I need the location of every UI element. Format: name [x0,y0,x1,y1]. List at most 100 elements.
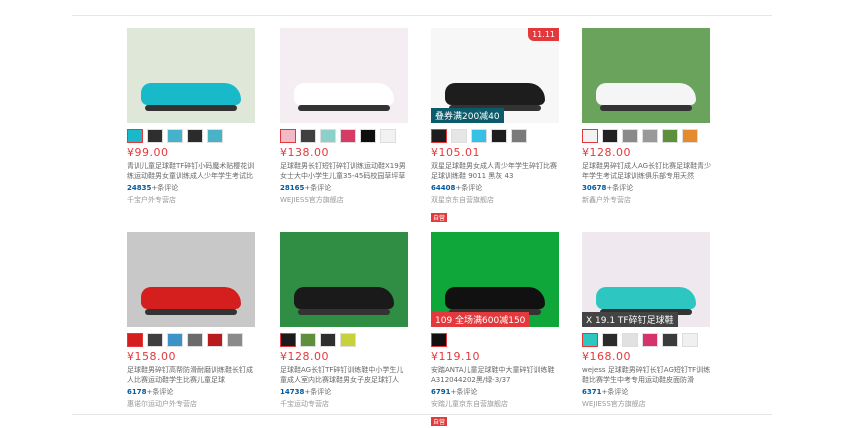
color-thumbnail[interactable] [511,129,527,143]
color-thumbnail[interactable] [280,129,296,143]
product-title[interactable]: 足球鞋男长钉短钉碎钉训练运动鞋X19男女士大中小学生儿童35-45码校园草坪草 [280,161,410,181]
product-card[interactable]: ¥158.00 足球鞋男碎钉高帮防滑耐磨训练鞋长钉成人比赛运动鞋学生比赛儿童足球… [127,232,257,409]
product-card[interactable]: ¥99.00 青训儿童足球鞋TF碎钉小码魔术贴樱花训练运动鞋男女童训练成人少年学… [127,28,257,205]
color-thumbnail[interactable] [300,333,316,347]
price: ¥99.00 [127,146,169,159]
product-title[interactable]: 足球鞋男碎钉高帮防滑耐磨训练鞋长钉成人比赛运动鞋学生比赛儿童足球 [127,365,257,385]
color-thumbnail[interactable] [622,129,638,143]
thumbnail-strip [431,333,561,347]
shop-name[interactable]: 惠诺尔运动户外专营店 [127,399,257,409]
review-count[interactable]: 6178+条评论 [127,387,257,397]
thumbnail-strip [431,129,561,143]
review-count[interactable]: 14738+条评论 [280,387,410,397]
color-thumbnail[interactable] [127,129,143,143]
color-thumbnail[interactable] [340,129,356,143]
color-thumbnail[interactable] [451,129,467,143]
color-thumbnail[interactable] [682,129,698,143]
product-image[interactable] [280,232,408,327]
color-thumbnail[interactable] [582,333,598,347]
review-count[interactable]: 24835+条评论 [127,183,257,193]
color-thumbnail[interactable] [147,129,163,143]
color-thumbnail[interactable] [360,129,376,143]
price: ¥128.00 [582,146,631,159]
price: ¥158.00 [127,350,176,363]
shop-name[interactable]: 双星京东自营旗舰店 [431,195,561,205]
color-thumbnail[interactable] [340,333,356,347]
product-card[interactable]: 109 全场满600减150 ¥119.10 安踏ANTA儿童足球鞋中大童碎钉训… [431,232,561,428]
review-count[interactable]: 30678+条评论 [582,183,712,193]
color-thumbnail[interactable] [582,129,598,143]
product-card[interactable]: ¥138.00 足球鞋男长钉短钉碎钉训练运动鞋X19男女士大中小学生儿童35-4… [280,28,410,205]
shop-name[interactable]: WEJIESS官方旗舰店 [280,195,410,205]
color-thumbnail[interactable] [431,129,447,143]
review-count[interactable]: 64408+条评论 [431,183,561,193]
color-thumbnail[interactable] [207,333,223,347]
product-image[interactable]: 109 全场满600减150 [431,232,559,327]
color-thumbnail[interactable] [167,333,183,347]
shop-name[interactable]: 新鑫户外专营店 [582,195,712,205]
thumbnail-strip [280,129,410,143]
shoe-sole [600,105,692,111]
color-thumbnail[interactable] [662,129,678,143]
shop-name[interactable]: WEJIESS官方旗舰店 [582,399,712,409]
color-thumbnail[interactable] [471,129,487,143]
review-count[interactable]: 28165+条评论 [280,183,410,193]
color-thumbnail[interactable] [380,129,396,143]
product-image[interactable]: 11.11 叠券满200减40 [431,28,559,123]
color-thumbnail[interactable] [227,333,243,347]
color-thumbnail[interactable] [280,333,296,347]
color-thumbnail[interactable] [300,129,316,143]
shoe-shape [141,287,241,309]
product-image[interactable] [127,28,255,123]
product-card[interactable]: ¥128.00 足球鞋男碎钉成人AG长钉比赛足球鞋青少年学生考试足球训练俱乐部专… [582,28,712,205]
product-image[interactable] [280,28,408,123]
shop-name[interactable]: 安踏儿童京东自营旗舰店 [431,399,561,409]
shoe-shape [141,83,241,105]
color-thumbnail[interactable] [431,333,447,347]
color-thumbnail[interactable] [642,333,658,347]
product-image[interactable] [127,232,255,327]
promo-tag: 109 全场满600减150 [431,312,530,327]
price: ¥128.00 [280,350,329,363]
color-thumbnail[interactable] [491,129,507,143]
product-title[interactable]: 足球鞋男碎钉成人AG长钉比赛足球鞋青少年学生考试足球训练俱乐部专用天然 [582,161,712,181]
shoe-sole [298,309,390,315]
bottom-divider [72,414,772,415]
color-thumbnail[interactable] [320,129,336,143]
color-thumbnail[interactable] [187,333,203,347]
shoe-shape [445,83,545,105]
color-thumbnail[interactable] [207,129,223,143]
color-thumbnail[interactable] [682,333,698,347]
color-thumbnail[interactable] [147,333,163,347]
color-thumbnail[interactable] [642,129,658,143]
product-title[interactable]: wejess 足球鞋男碎钉长钉AG短钉TF训练鞋比赛学生中考专用运动鞋皮面防滑 [582,365,712,385]
thumbnail-strip [582,333,712,347]
color-thumbnail[interactable] [167,129,183,143]
product-image[interactable] [582,28,710,123]
shop-name[interactable]: 千宝运动专营店 [280,399,410,409]
shoe-shape [596,287,696,309]
shoe-sole [298,105,390,111]
color-thumbnail[interactable] [662,333,678,347]
product-title[interactable]: 足球鞋AG长钉TF碎钉训练鞋中小学生儿童成人室内比赛球鞋男女子皮足球钉人 [280,365,410,385]
color-thumbnail[interactable] [602,333,618,347]
product-title[interactable]: 青训儿童足球鞋TF碎钉小码魔术贴樱花训练运动鞋男女童训练成人少年学生考试比 [127,161,257,181]
product-title[interactable]: 安踏ANTA儿童足球鞋中大童碎钉训练鞋A312044202黑/绿-3/37 [431,365,561,385]
color-thumbnail[interactable] [622,333,638,347]
shop-name[interactable]: 千宝户外专营店 [127,195,257,205]
color-thumbnail[interactable] [127,333,143,347]
product-card[interactable]: ¥128.00 足球鞋AG长钉TF碎钉训练鞋中小学生儿童成人室内比赛球鞋男女子皮… [280,232,410,409]
color-thumbnail[interactable] [187,129,203,143]
price: ¥105.01 [431,146,480,159]
review-count[interactable]: 6791+条评论 [431,387,561,397]
review-count[interactable]: 6371+条评论 [582,387,712,397]
color-thumbnail[interactable] [602,129,618,143]
product-card[interactable]: 11.11 叠券满200减40 ¥105.01 双星足球鞋男女成人青少年学生碎钉… [431,28,561,224]
product-image[interactable]: X 19.1 TF碎钉足球鞋 [582,232,710,327]
product-card[interactable]: X 19.1 TF碎钉足球鞋 ¥168.00 wejess 足球鞋男碎钉长钉AG… [582,232,712,409]
shoe-shape [294,83,394,105]
product-title[interactable]: 双星足球鞋男女成人青少年学生碎钉比赛足球训练鞋 9011 黑灰 43 [431,161,561,181]
color-thumbnail[interactable] [320,333,336,347]
price: ¥119.10 [431,350,480,363]
promo-corner-badge: 11.11 [528,28,559,41]
